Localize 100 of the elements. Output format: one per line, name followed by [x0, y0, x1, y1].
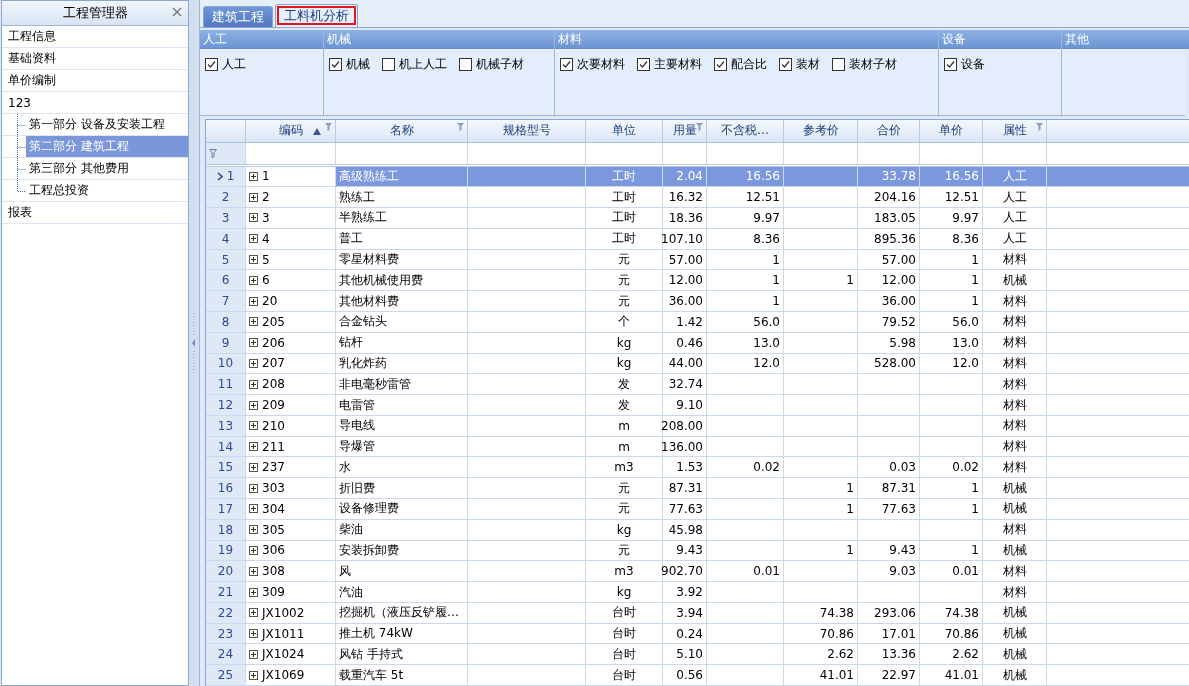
- table-row[interactable]: 17 304 设备修理费 元 77.63 1 77.63 1 机械: [206, 499, 1189, 520]
- table-row[interactable]: 8 205 合金钻头 个 1.42 56.0 79.52 56.0 材料: [206, 312, 1189, 333]
- expand-icon[interactable]: [249, 649, 258, 659]
- table-row[interactable]: 1 1 高级熟练工 工时 2.04 16.56 33.78 16.56 人工: [206, 166, 1189, 188]
- expand-icon[interactable]: [249, 525, 258, 535]
- column-header[interactable]: 单价: [920, 120, 983, 142]
- table-row[interactable]: 13 210 导电线 m 208.00 材料: [206, 415, 1189, 437]
- column-header[interactable]: 单位: [586, 120, 663, 142]
- table-row[interactable]: 14 211 导爆管 m 136.00 材料: [206, 436, 1189, 458]
- table-row[interactable]: 12 209 电雷管 发 9.10 材料: [206, 395, 1189, 416]
- expand-icon[interactable]: [249, 483, 258, 493]
- table-row[interactable]: 4 4 普工 工时 107.10 8.36 895.36 8.36 人工: [206, 228, 1189, 250]
- table-row[interactable]: 24 JX1024 风钻 手持式 台时 5.10 2.62 13.36 2.62 机械: [206, 644, 1189, 666]
- checkbox-label[interactable]: 机械子材: [476, 56, 524, 73]
- table-row[interactable]: 21 309 汽油 kg 3.92 材料: [206, 582, 1189, 603]
- checkbox-label[interactable]: 人工: [222, 56, 246, 73]
- expand-icon[interactable]: [249, 275, 258, 285]
- table-cell: 台时: [586, 602, 663, 623]
- checkbox-label[interactable]: 配合比: [731, 56, 767, 73]
- column-header[interactable]: 不含税…: [707, 120, 784, 142]
- checkbox[interactable]: [944, 58, 957, 71]
- expand-icon[interactable]: [249, 338, 258, 348]
- checkbox[interactable]: [382, 58, 395, 71]
- checkbox-label[interactable]: 机上人工: [399, 56, 447, 73]
- expand-icon[interactable]: [249, 442, 258, 452]
- expand-icon[interactable]: [249, 317, 258, 327]
- close-button[interactable]: [170, 5, 184, 19]
- table-row[interactable]: 3 3 半熟练工 工时 18.36 9.97 183.05 9.97 人工: [206, 208, 1189, 229]
- expand-icon[interactable]: [249, 400, 258, 410]
- table-row[interactable]: 16 303 折旧费 元 87.31 1 87.31 1 机械: [206, 478, 1189, 499]
- expand-icon[interactable]: [249, 213, 258, 223]
- table-row[interactable]: 10 207 乳化炸药 kg 44.00 12.0 528.00 12.0 材料: [206, 353, 1189, 375]
- filter-icon[interactable]: [209, 148, 217, 158]
- tree-item[interactable]: 工程总投资: [26, 180, 188, 201]
- expand-icon[interactable]: [249, 296, 258, 306]
- expand-icon[interactable]: [249, 255, 258, 265]
- table-row[interactable]: 18 305 柴油 kg 45.98 材料: [206, 519, 1189, 541]
- column-header[interactable]: 用量: [663, 120, 707, 142]
- column-header[interactable]: 属性: [983, 120, 1047, 142]
- column-header[interactable]: 编码: [246, 120, 336, 142]
- tree-item[interactable]: 123: [2, 92, 188, 114]
- checkbox[interactable]: [560, 58, 573, 71]
- tree-item[interactable]: 报表: [2, 202, 188, 224]
- checkbox-label[interactable]: 装材子材: [849, 56, 897, 73]
- column-header[interactable]: 合价: [858, 120, 920, 142]
- expand-icon[interactable]: [249, 358, 258, 368]
- table-row[interactable]: 20 308 风 m3 902.70 0.01 9.03 0.01 材料: [206, 561, 1189, 583]
- column-header[interactable]: 名称: [336, 120, 468, 142]
- table-row[interactable]: 15 237 水 m3 1.53 0.02 0.03 0.02 材料: [206, 457, 1189, 479]
- table-cell: JX1024: [246, 644, 336, 665]
- checkbox[interactable]: [779, 58, 792, 71]
- checkbox[interactable]: [329, 58, 342, 71]
- table-row[interactable]: 5 5 零星材料费 元 57.00 1 57.00 1 材料: [206, 249, 1189, 271]
- checkbox-label[interactable]: 次要材料: [577, 56, 625, 73]
- expand-icon[interactable]: [249, 234, 258, 244]
- checkbox-label[interactable]: 主要材料: [654, 56, 702, 73]
- tree-item[interactable]: 第三部分 其他费用: [26, 158, 188, 179]
- tree-item[interactable]: 工程信息: [2, 26, 188, 48]
- row-number-cell: 25: [206, 665, 246, 686]
- checkbox[interactable]: [459, 58, 472, 71]
- tree-item[interactable]: 基础资料: [2, 48, 188, 70]
- checkbox-label[interactable]: 设备: [961, 56, 985, 73]
- checkbox[interactable]: [832, 58, 845, 71]
- expand-icon[interactable]: [249, 462, 258, 472]
- table-cell: 其他材料费: [336, 291, 468, 311]
- table-row[interactable]: 22 JX1002 挖掘机（液压反铲履… 台时 3.94 74.38 293.06 74.38 机械: [206, 602, 1189, 624]
- tab[interactable]: 建筑工程: [203, 6, 273, 27]
- table-row[interactable]: 7 20 其他材料费 元 36.00 1 36.00 1 材料: [206, 291, 1189, 312]
- column-header[interactable]: 规格型号: [468, 120, 586, 142]
- expand-icon[interactable]: [249, 629, 258, 639]
- table-row[interactable]: 2 2 熟练工 工时 16.32 12.51 204.16 12.51 人工: [206, 187, 1189, 209]
- table-cell: 206: [246, 332, 336, 353]
- expand-icon[interactable]: [249, 504, 258, 514]
- checkbox-label[interactable]: 装材: [796, 56, 820, 73]
- expand-icon[interactable]: [249, 171, 258, 181]
- expand-icon[interactable]: [249, 566, 258, 576]
- table-row[interactable]: 9 206 钻杆 kg 0.46 13.0 5.98 13.0 材料: [206, 332, 1189, 354]
- splitter-handle[interactable]: [189, 0, 200, 686]
- expand-icon[interactable]: [249, 608, 258, 618]
- table-cell: 895.36: [858, 228, 920, 249]
- expand-icon[interactable]: [249, 545, 258, 555]
- expand-icon[interactable]: [249, 670, 258, 680]
- table-row[interactable]: 25 JX1069 载重汽车 5t 台时 0.56 41.01 22.97 41.01 机械: [206, 665, 1189, 686]
- expand-icon[interactable]: [249, 587, 258, 597]
- table-row[interactable]: 6 6 其他机械使用费 元 12.00 1 1 12.00 1 机械: [206, 270, 1189, 292]
- checkbox-label[interactable]: 机械: [346, 56, 370, 73]
- column-header[interactable]: 参考价: [784, 120, 858, 142]
- table-row[interactable]: 19 306 安装拆卸费 元 9.43 1 9.43 1 机械: [206, 540, 1189, 562]
- table-cell: 87.31: [858, 478, 920, 498]
- checkbox[interactable]: [637, 58, 650, 71]
- table-row[interactable]: 11 208 非电毫秒雷管 发 32.74 材料: [206, 374, 1189, 396]
- checkbox[interactable]: [205, 58, 218, 71]
- tree-item[interactable]: 单价编制: [2, 70, 188, 92]
- tree-item[interactable]: 第一部分 设备及安装工程: [26, 114, 188, 135]
- expand-icon[interactable]: [249, 379, 258, 389]
- tab[interactable]: 工料机分析: [275, 4, 358, 27]
- expand-icon[interactable]: [249, 192, 258, 202]
- checkbox[interactable]: [714, 58, 727, 71]
- table-row[interactable]: 23 JX1011 推土机 74kW 台时 0.24 70.86 17.01 70.86 机械: [206, 623, 1189, 645]
- expand-icon[interactable]: [249, 421, 258, 431]
